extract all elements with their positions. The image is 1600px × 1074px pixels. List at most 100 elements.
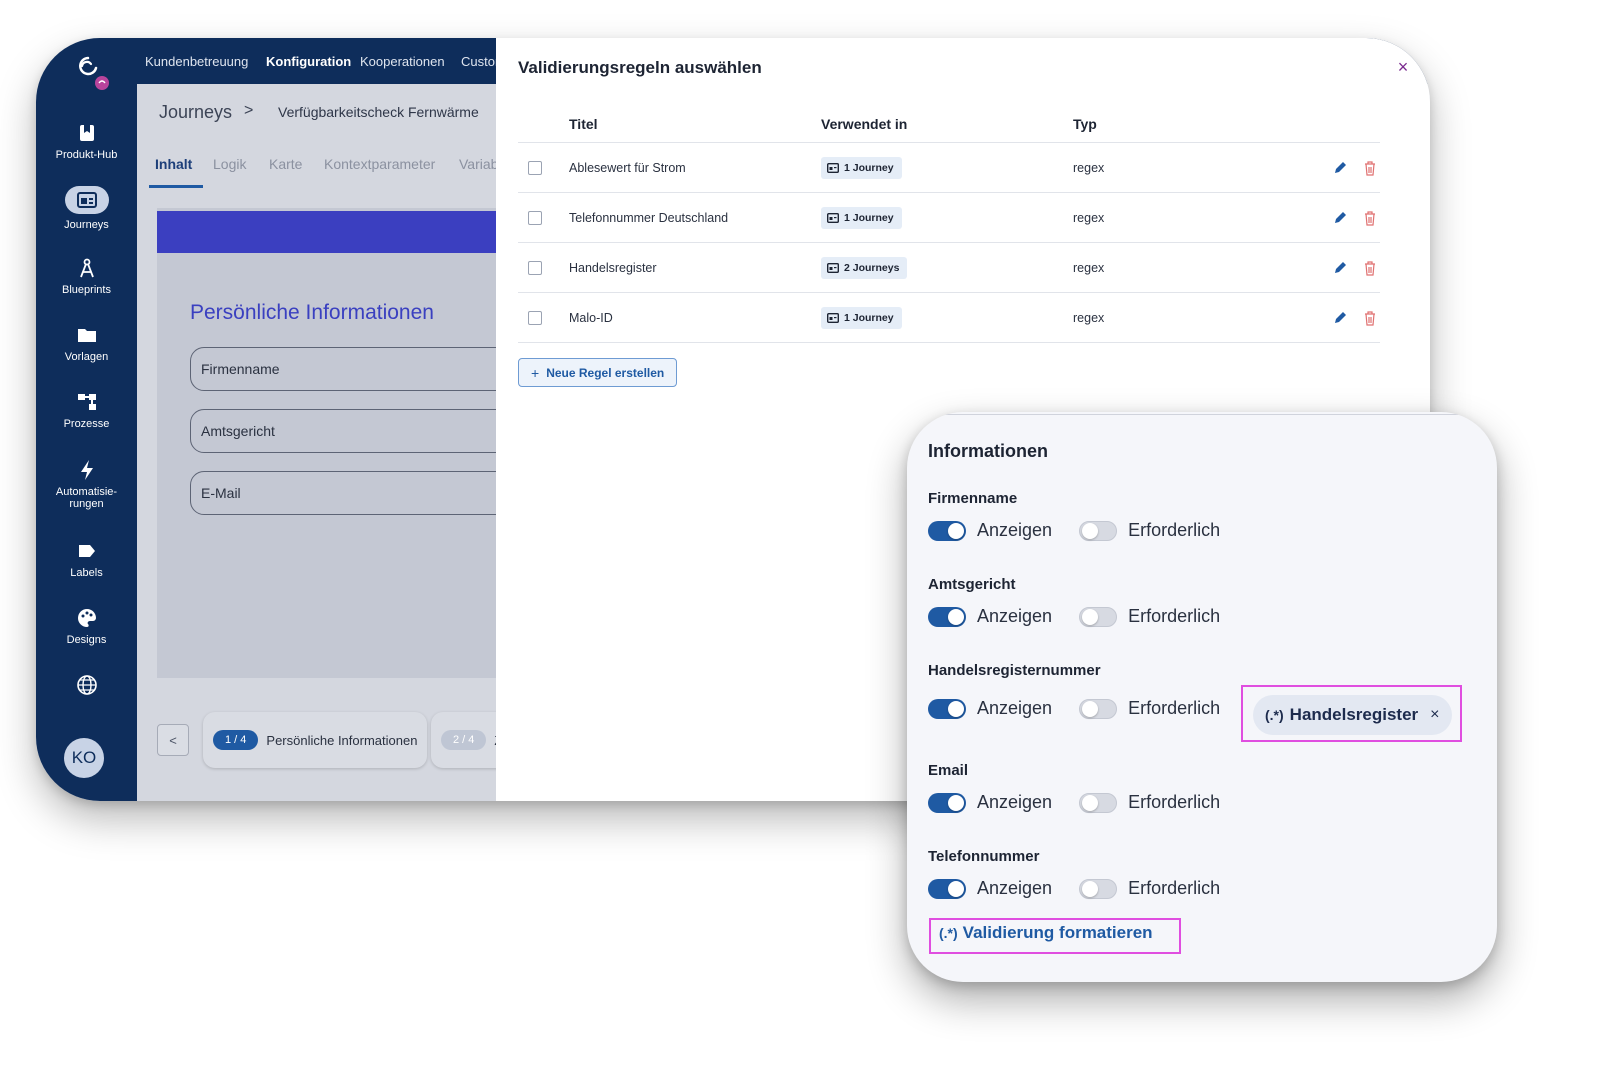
step-badge: 2 / 4 bbox=[441, 730, 487, 750]
globe-icon bbox=[76, 675, 97, 695]
show-toggle[interactable] bbox=[928, 792, 966, 813]
sidebar-item-prozesse[interactable]: Prozesse bbox=[36, 391, 137, 430]
sidebar-item-journeys[interactable]: Journeys bbox=[36, 186, 137, 231]
used-in-count: 1 Journey bbox=[844, 312, 894, 324]
format-validation-link[interactable]: (.*) Validierung formatieren bbox=[939, 923, 1153, 943]
journey-icon bbox=[827, 263, 839, 273]
lightning-icon bbox=[80, 460, 93, 480]
plus-icon: + bbox=[531, 364, 540, 381]
rule-type: regex bbox=[1073, 261, 1105, 275]
firmenname-field[interactable]: Firmenname bbox=[190, 347, 530, 391]
step-banner bbox=[157, 211, 517, 253]
table-row[interactable]: Malo-ID 1 Journey regex bbox=[518, 293, 1380, 343]
close-icon[interactable]: × bbox=[1394, 58, 1412, 76]
email-field[interactable]: E-Mail bbox=[190, 471, 530, 515]
processes-icon bbox=[77, 394, 96, 410]
new-rule-button[interactable]: + Neue Regel erstellen bbox=[518, 358, 678, 387]
step-badge: 1 / 4 bbox=[213, 730, 259, 750]
sidebar-item-globe[interactable] bbox=[36, 674, 137, 701]
journeys-icon bbox=[76, 192, 97, 208]
sidebar-item-automatisierungen[interactable]: Automatisie- rungen bbox=[36, 459, 137, 510]
sidebar-label: Vorlagen bbox=[64, 351, 109, 363]
previous-step-button[interactable]: < bbox=[157, 724, 189, 756]
sidebar-label: Produkt-Hub bbox=[55, 149, 118, 161]
table-row[interactable]: Handelsregister 2 Journeys regex bbox=[518, 243, 1380, 293]
edit-icon[interactable] bbox=[1332, 210, 1348, 226]
field-group-firmenname: Firmenname Anzeigen Erforderlich bbox=[928, 490, 1220, 541]
row-checkbox[interactable] bbox=[528, 311, 542, 325]
used-in-chip[interactable]: 2 Journeys bbox=[821, 257, 908, 279]
table-row[interactable]: Telefonnummer Deutschland 1 Journey rege… bbox=[518, 193, 1380, 243]
row-checkbox[interactable] bbox=[528, 211, 542, 225]
topnav-custom[interactable]: Custor bbox=[461, 54, 499, 69]
delete-icon[interactable] bbox=[1363, 260, 1377, 276]
product-hub-icon bbox=[79, 125, 94, 141]
tab-variablen[interactable]: Variab bbox=[459, 156, 498, 172]
modal-title: Validierungsregeln auswählen bbox=[518, 58, 762, 77]
format-validation-label: Validierung formatieren bbox=[962, 923, 1153, 942]
toggle-row: Anzeigen Erforderlich bbox=[928, 878, 1247, 899]
field-label: Firmenname bbox=[928, 490, 1018, 507]
show-toggle[interactable] bbox=[928, 698, 966, 719]
stage: Produkt-Hub Journeys Blueprints Vorlagen… bbox=[0, 0, 1600, 1074]
row-checkbox[interactable] bbox=[528, 261, 542, 275]
remove-chip-icon[interactable]: × bbox=[1430, 706, 1439, 724]
used-in-count: 1 Journey bbox=[844, 212, 894, 224]
required-toggle[interactable] bbox=[1079, 878, 1118, 899]
show-toggle[interactable] bbox=[928, 606, 966, 627]
sidebar-item-blueprints[interactable]: Blueprints bbox=[36, 257, 137, 296]
used-in-chip[interactable]: 1 Journey bbox=[821, 207, 902, 229]
edit-icon[interactable] bbox=[1332, 310, 1348, 326]
amtsgericht-field[interactable]: Amtsgericht bbox=[190, 409, 530, 453]
required-toggle[interactable] bbox=[1079, 792, 1118, 813]
panel-divider bbox=[933, 414, 1497, 415]
tab-inhalt[interactable]: Inhalt bbox=[155, 156, 192, 172]
used-in-chip[interactable]: 1 Journey bbox=[821, 157, 902, 179]
delete-icon[interactable] bbox=[1363, 210, 1377, 226]
sidebar-item-labels[interactable]: Labels bbox=[36, 540, 137, 579]
rule-title: Malo-ID bbox=[569, 311, 613, 325]
app-logo[interactable] bbox=[68, 52, 112, 92]
delete-icon[interactable] bbox=[1363, 160, 1377, 176]
row-checkbox[interactable] bbox=[528, 161, 542, 175]
table-row[interactable]: Ablesewert für Strom 1 Journey regex bbox=[518, 143, 1380, 193]
field-label: Telefonnummer bbox=[928, 848, 1040, 865]
column-header-typ[interactable]: Typ bbox=[1073, 116, 1097, 132]
sidebar-label: Prozesse bbox=[63, 418, 110, 430]
breadcrumb-journeys[interactable]: Journeys bbox=[159, 102, 232, 123]
required-toggle[interactable] bbox=[1079, 698, 1118, 719]
show-label: Anzeigen bbox=[977, 878, 1053, 898]
show-label: Anzeigen bbox=[977, 792, 1053, 812]
tab-kontextparameter[interactable]: Kontextparameter bbox=[324, 156, 435, 172]
sidebar-item-designs[interactable]: Designs bbox=[36, 607, 137, 646]
show-toggle[interactable] bbox=[928, 520, 966, 541]
field-group-telefonnummer: Telefonnummer Anzeigen Erforderlich bbox=[928, 848, 1220, 899]
column-header-verwendet-in[interactable]: Verwendet in bbox=[821, 116, 907, 132]
avatar[interactable]: KO bbox=[64, 738, 104, 778]
topnav-konfiguration[interactable]: Konfiguration bbox=[266, 54, 351, 69]
tab-logik[interactable]: Logik bbox=[213, 156, 246, 172]
sidebar-item-produkt-hub[interactable]: Produkt-Hub bbox=[36, 122, 137, 161]
rule-title: Handelsregister bbox=[569, 261, 657, 275]
edit-icon[interactable] bbox=[1332, 260, 1348, 276]
topnav-kundenbetreuung[interactable]: Kundenbetreuung bbox=[145, 54, 248, 69]
toggle-row: Anzeigen Erforderlich bbox=[928, 520, 1247, 541]
used-in-count: 1 Journey bbox=[844, 162, 894, 174]
journey-icon bbox=[827, 213, 839, 223]
sidebar-label: Labels bbox=[70, 567, 103, 579]
step-1[interactable]: 1 / 4 Persönliche Informationen bbox=[203, 712, 428, 768]
used-in-chip[interactable]: 1 Journey bbox=[821, 307, 902, 329]
sidebar-item-vorlagen[interactable]: Vorlagen bbox=[36, 324, 137, 363]
show-toggle[interactable] bbox=[928, 878, 966, 899]
show-label: Anzeigen bbox=[977, 520, 1053, 540]
tab-karte[interactable]: Karte bbox=[269, 156, 302, 172]
required-toggle[interactable] bbox=[1079, 606, 1118, 627]
required-label: Erforderlich bbox=[1128, 792, 1221, 812]
validation-chip[interactable]: (.*) Handelsregister × bbox=[1253, 695, 1452, 735]
column-header-titel[interactable]: Titel bbox=[569, 116, 598, 132]
delete-icon[interactable] bbox=[1363, 310, 1377, 326]
field-label: Amtsgericht bbox=[928, 576, 1016, 593]
required-toggle[interactable] bbox=[1079, 520, 1118, 541]
edit-icon[interactable] bbox=[1332, 160, 1348, 176]
topnav-kooperationen[interactable]: Kooperationen bbox=[360, 54, 445, 69]
